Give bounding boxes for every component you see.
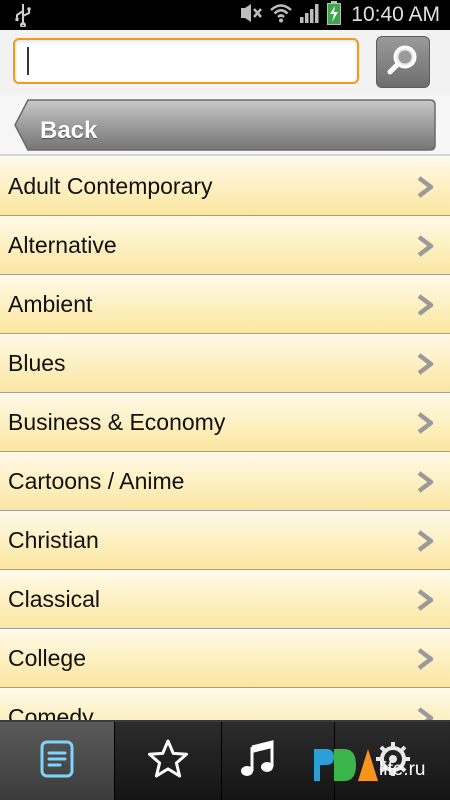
list-item[interactable]: Cartoons / Anime — [0, 452, 450, 511]
clock: 10:40 AM — [351, 3, 440, 26]
chevron-right-icon — [416, 471, 434, 498]
back-button[interactable]: Back — [14, 99, 436, 151]
navigation-bar: Back — [0, 94, 450, 156]
list-item-label: Ambient — [8, 291, 93, 317]
usb-icon — [14, 3, 32, 32]
search-icon — [385, 42, 421, 83]
list-item-label: Business & Economy — [8, 409, 226, 435]
watermark-text: life.ru — [379, 759, 425, 780]
list-item[interactable]: Business & Economy — [0, 393, 450, 452]
list-item[interactable]: Comedy — [0, 688, 450, 720]
battery-charging-icon — [327, 0, 342, 30]
list-item-label: Classical — [8, 586, 101, 612]
chevron-right-icon — [416, 707, 434, 720]
list-item[interactable]: Alternative — [0, 216, 450, 275]
mute-icon — [239, 3, 263, 28]
signal-icon — [299, 2, 321, 29]
star-icon — [146, 738, 190, 785]
list-item[interactable]: Classical — [0, 570, 450, 629]
status-bar: 10:40 AM — [0, 0, 450, 30]
chevron-right-icon — [416, 589, 434, 616]
genre-list: Adult Contemporary Alternative Ambient B… — [0, 157, 450, 720]
list-item[interactable]: Adult Contemporary — [0, 157, 450, 216]
list-item-label: Blues — [8, 350, 66, 376]
watermark-logo: life.ru — [312, 745, 438, 785]
chevron-right-icon — [416, 294, 434, 321]
search-bar — [0, 30, 450, 94]
list-icon — [40, 740, 74, 783]
wifi-icon — [269, 2, 293, 29]
list-item-label: College — [8, 645, 86, 671]
music-note-icon — [238, 739, 278, 784]
chevron-right-icon — [416, 353, 434, 380]
back-label: Back — [40, 117, 98, 144]
search-input[interactable] — [13, 38, 359, 84]
list-item-label: Alternative — [8, 232, 117, 258]
chevron-right-icon — [416, 235, 434, 262]
chevron-right-icon — [416, 176, 434, 203]
chevron-right-icon — [416, 648, 434, 675]
text-cursor — [27, 47, 29, 75]
list-item-label: Christian — [8, 527, 99, 553]
search-button[interactable] — [376, 36, 430, 88]
list-item[interactable]: College — [0, 629, 450, 688]
chevron-right-icon — [416, 530, 434, 557]
list-item-label: Adult Contemporary — [8, 173, 213, 199]
list-item-label: Comedy — [8, 704, 94, 720]
chevron-right-icon — [416, 412, 434, 439]
list-item[interactable]: Ambient — [0, 275, 450, 334]
list-item[interactable]: Christian — [0, 511, 450, 570]
tab-favorites[interactable] — [115, 722, 222, 800]
list-item[interactable]: Blues — [0, 334, 450, 393]
tab-list[interactable] — [0, 722, 115, 800]
list-item-label: Cartoons / Anime — [8, 468, 185, 494]
